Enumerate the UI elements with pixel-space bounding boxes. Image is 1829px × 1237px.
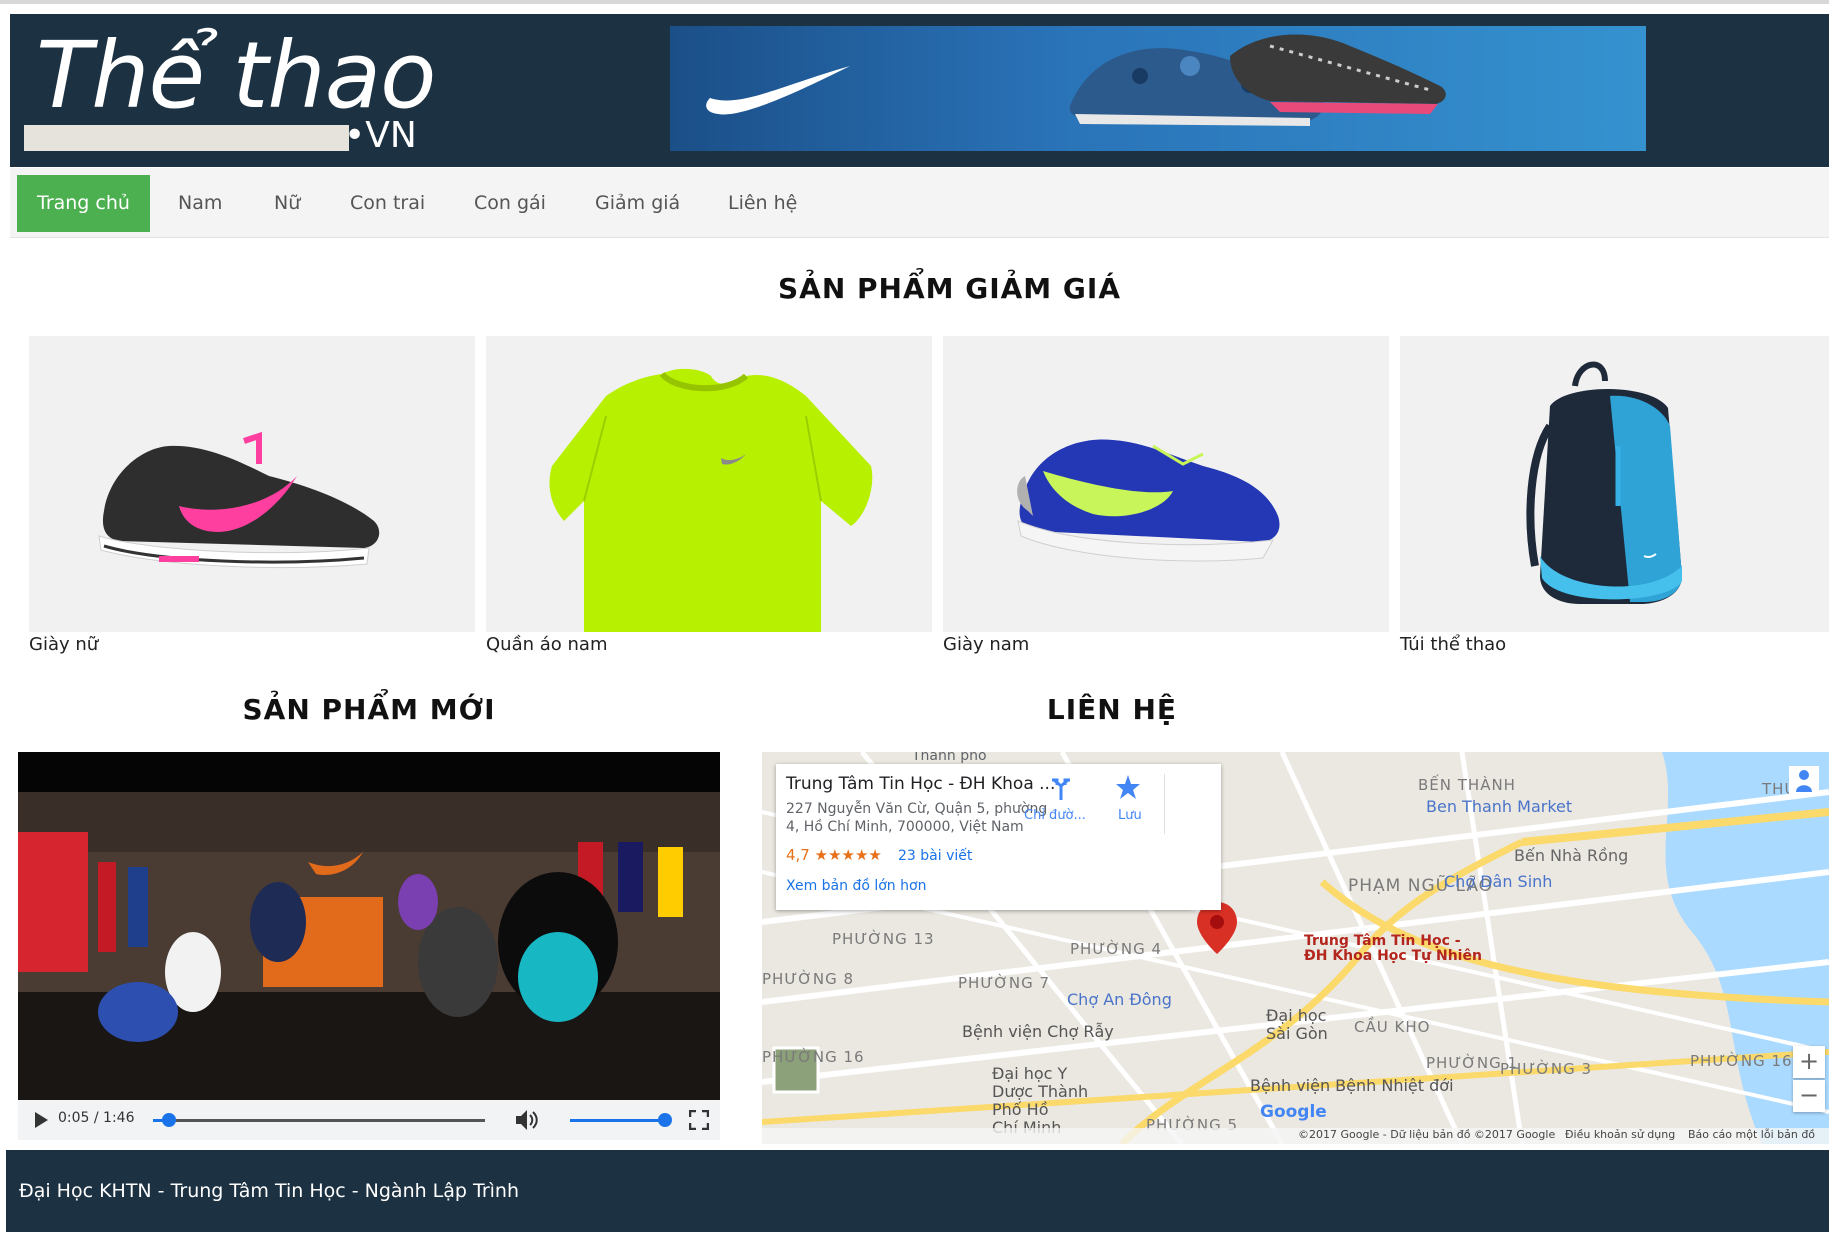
map-label: Bệnh viện Bệnh Nhiệt đới	[1250, 1076, 1454, 1095]
zoom-in-button[interactable]: +	[1793, 1046, 1825, 1078]
map-attribution: ©2017 Google - Dữ liệu bản đồ ©2017 Goog…	[1298, 1128, 1556, 1141]
pegman-icon[interactable]	[1789, 766, 1819, 796]
map-label: Chợ An Đông	[1067, 990, 1172, 1009]
mens-shoe-image[interactable]	[943, 336, 1389, 632]
map-label: PHƯỜNG 13	[832, 930, 935, 948]
larger-map-link[interactable]: Xem bản đồ lớn hơn	[786, 878, 926, 894]
video-player[interactable]: 0:05 / 1:46	[18, 752, 720, 1140]
directions-button[interactable]: Chỉ đườ...	[1024, 808, 1086, 823]
logo-underline-bar	[24, 125, 349, 151]
map-label: Chợ Dân Sinh	[1444, 872, 1553, 891]
map-label: Bến Nhà Rồng	[1514, 846, 1629, 865]
play-icon[interactable]	[32, 1111, 50, 1129]
nav-girls[interactable]: Con gái	[454, 175, 566, 232]
place-address: 227 Nguyễn Văn Cừ, Quận 5, phường 4, Hồ …	[786, 801, 1048, 835]
logo-domain-suffix: •VN	[344, 115, 417, 156]
place-name: Trung Tâm Tin Học - ĐH Khoa ...	[786, 774, 1056, 794]
contact-title: LIÊN HỆ	[1046, 693, 1178, 726]
volume-level	[570, 1119, 665, 1122]
map-label: PHƯỜNG 16	[1690, 1052, 1793, 1070]
map-label: Bệnh viện Chợ Rẫy	[962, 1022, 1114, 1041]
nav-home[interactable]: Trang chủ	[17, 175, 150, 232]
terms-link[interactable]: Điều khoản sử dụng	[1565, 1128, 1675, 1141]
main-navbar: Trang chủ Nam Nữ Con trai Con gái Giảm g…	[10, 168, 1829, 238]
nav-sale[interactable]: Giảm giá	[575, 175, 700, 232]
fullscreen-icon[interactable]	[689, 1110, 709, 1130]
map-label: PHƯỜNG 16	[762, 1048, 865, 1066]
google-map[interactable]: BẾN THÀNH Ben Thanh Market Bến Nhà Rồng …	[762, 752, 1829, 1144]
site-footer: Đại Học KHTN - Trung Tâm Tin Học - Ngành…	[6, 1150, 1829, 1232]
nav-boys[interactable]: Con trai	[330, 175, 445, 232]
save-button[interactable]: Lưu	[1118, 808, 1142, 823]
divider	[1164, 774, 1165, 834]
new-products-title: SẢN PHẨM MỚI	[242, 693, 496, 726]
sale-section-title: SẢN PHẨM GIẢM GIÁ	[777, 272, 1121, 305]
product-card[interactable]: Quần áo nam	[486, 336, 932, 656]
volume-slider[interactable]	[570, 1113, 672, 1127]
nike-banner[interactable]	[670, 26, 1646, 151]
seek-bar[interactable]	[153, 1113, 485, 1127]
product-card[interactable]: Túi thể thao	[1400, 336, 1829, 656]
product-card[interactable]: Giày nữ	[29, 336, 475, 656]
nav-women[interactable]: Nữ	[254, 175, 320, 232]
site-logo[interactable]: Thể thao	[36, 30, 436, 122]
product-caption[interactable]: Giày nữ	[29, 634, 475, 656]
map-label: Đại học	[1266, 1006, 1327, 1025]
map-label: Phố Hồ	[992, 1100, 1049, 1119]
map-label: PHƯỜNG 7	[958, 974, 1051, 992]
google-logo: Google	[1260, 1102, 1327, 1122]
browser-top-line	[0, 0, 1829, 4]
mens-shirt-image[interactable]	[486, 336, 932, 632]
product-caption[interactable]: Giày nam	[943, 634, 1389, 656]
map-label: PHƯỜNG 3	[1500, 1060, 1593, 1078]
map-label: Ben Thanh Market	[1426, 797, 1573, 816]
womens-shoe-image[interactable]	[29, 336, 475, 632]
video-controls: 0:05 / 1:46	[18, 1100, 720, 1140]
nav-men[interactable]: Nam	[158, 175, 242, 232]
map-label: BẾN THÀNH	[1418, 776, 1516, 794]
reviews-link[interactable]: 23 bài viết	[898, 848, 972, 864]
zoom-out-button[interactable]: −	[1793, 1080, 1825, 1112]
rating-stars-icon: ★★★★★	[814, 846, 882, 864]
product-caption[interactable]: Túi thể thao	[1400, 634, 1829, 656]
product-caption[interactable]: Quần áo nam	[486, 634, 932, 656]
site-header: Thể thao •VN	[10, 14, 1829, 167]
backpack-image[interactable]	[1400, 336, 1829, 632]
directions-icon[interactable]	[1048, 776, 1074, 802]
nav-contact[interactable]: Liên hệ	[708, 175, 817, 232]
page: Thể thao •VN Trang chủ Nam Nữ Con trai C…	[0, 0, 1829, 1237]
volume-thumb[interactable]	[658, 1113, 672, 1127]
place-info-card: Trung Tâm Tin Học - ĐH Khoa ... 227 Nguy…	[776, 764, 1221, 910]
footer-text: Đại Học KHTN - Trung Tâm Tin Học - Ngành…	[19, 1180, 520, 1202]
map-label: Sài Gòn	[1266, 1024, 1328, 1043]
product-card[interactable]: Giày nam	[943, 336, 1389, 656]
place-rating: 4,7 ★★★★★	[786, 846, 882, 864]
video-frame[interactable]	[18, 752, 720, 1100]
map-label: Thành phố	[912, 752, 987, 764]
nike-swoosh-icon	[706, 34, 1446, 126]
map-label: CẦU KHO	[1354, 1018, 1431, 1036]
star-icon[interactable]	[1115, 774, 1141, 800]
map-label: Đại học Y	[992, 1064, 1068, 1083]
volume-icon[interactable]	[515, 1109, 541, 1131]
map-label: PHƯỜNG 4	[1070, 940, 1163, 958]
marker-label: Trung Tâm Tin Học - ĐH Khoa Học Tự Nhiên	[1304, 933, 1482, 964]
attribution-bar: ©2017 Google - Dữ liệu bản đồ ©2017 Goog…	[762, 1128, 1829, 1144]
report-link[interactable]: Báo cáo một lỗi bản đồ	[1688, 1128, 1815, 1141]
map-label: PHƯỜNG 8	[762, 970, 855, 988]
video-time: 0:05 / 1:46	[58, 1110, 135, 1126]
seek-thumb[interactable]	[161, 1113, 176, 1127]
map-label: Dược Thành	[992, 1082, 1089, 1101]
